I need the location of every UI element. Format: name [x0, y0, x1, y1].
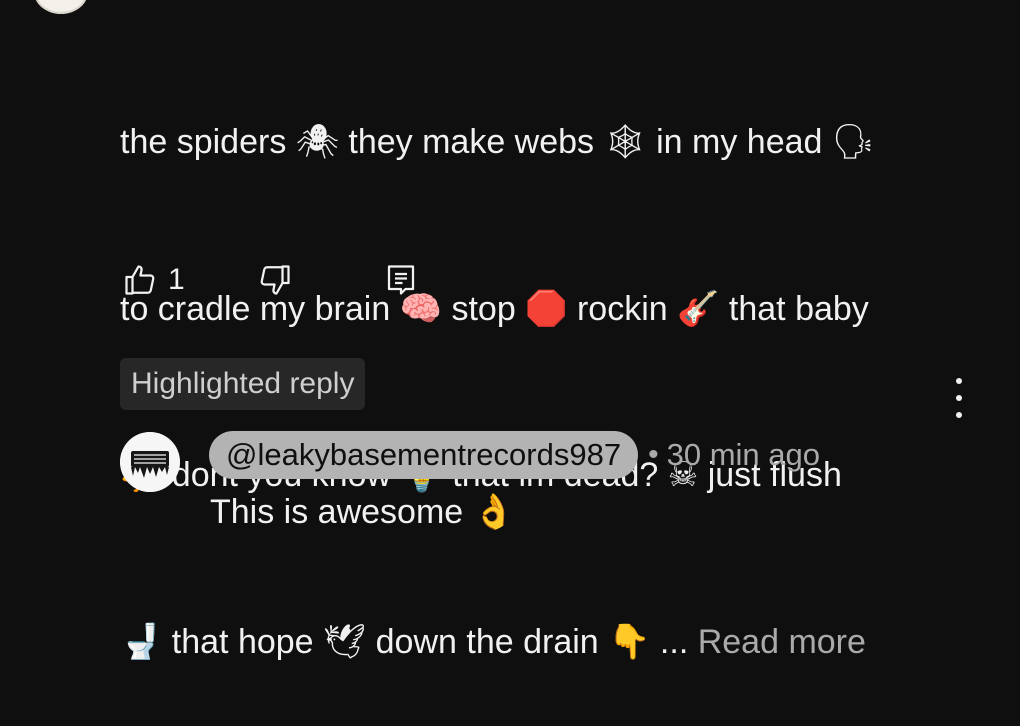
comment-text-segment: in my head [646, 123, 832, 161]
comment-text-segment: down the drain [366, 622, 609, 661]
comment-text-segment: that baby [719, 289, 869, 328]
comment-text-segment: stop [442, 289, 526, 328]
toilet-emoji: 🚽 [120, 621, 163, 662]
spider-emoji: 🕷 [295, 122, 339, 162]
vertical-ellipsis-icon [956, 395, 962, 401]
highlighted-reply-badge: Highlighted reply [120, 358, 366, 410]
ok-hand-emoji: 👌 [472, 492, 515, 532]
vertical-ellipsis-icon [956, 378, 962, 384]
comment-text-segment: that hope [162, 622, 324, 661]
reply-author-avatar[interactable] [120, 432, 180, 492]
speaking-head-emoji: 🗣 [831, 122, 876, 162]
comment-line: the spiders 🕷 they make webs 🕸 in my hea… [120, 115, 960, 171]
separator-dot: • [648, 438, 659, 471]
dove-emoji: 🕊 [323, 621, 367, 662]
leaky-basement-records-logo [120, 432, 180, 492]
reply-icon [387, 265, 414, 295]
stop-sign-emoji: 🛑 [525, 288, 568, 329]
reply-timestamp: 30 min ago [666, 437, 820, 472]
comment-text-segment: the spiders [120, 123, 296, 161]
thumbs-down-icon [260, 265, 290, 295]
ellipsis-text: ... [650, 622, 698, 661]
read-more-link[interactable]: Read more [698, 623, 866, 661]
commenter-avatar[interactable] [34, 0, 88, 14]
vertical-ellipsis-icon [956, 412, 962, 418]
reply-button[interactable] [381, 260, 421, 300]
like-button[interactable] [120, 260, 160, 300]
reply-header: @leakybasementrecords987 • 30 min ago [209, 430, 820, 480]
thumbs-up-icon [125, 265, 155, 295]
comment-text-segment: they make webs [338, 123, 604, 161]
more-actions-button[interactable] [944, 378, 974, 418]
comment-text-segment: rockin [567, 289, 678, 328]
pointing-down-emoji: 👇 [608, 621, 651, 662]
guitar-emoji: 🎸 [677, 288, 720, 329]
dislike-button[interactable] [255, 260, 295, 300]
comment-line: 🚽 that hope 🕊 down the drain 👇 ... Read … [120, 615, 960, 671]
reply-author-chip[interactable]: @leakybasementrecords987 [209, 431, 639, 479]
comment-action-bar: 1 [120, 258, 421, 302]
like-count: 1 [168, 263, 185, 296]
reply-text: This is awesome 👌 [210, 486, 515, 538]
spider-web-emoji: 🕸 [603, 122, 647, 162]
reply-text-segment: This is awesome [210, 493, 473, 531]
